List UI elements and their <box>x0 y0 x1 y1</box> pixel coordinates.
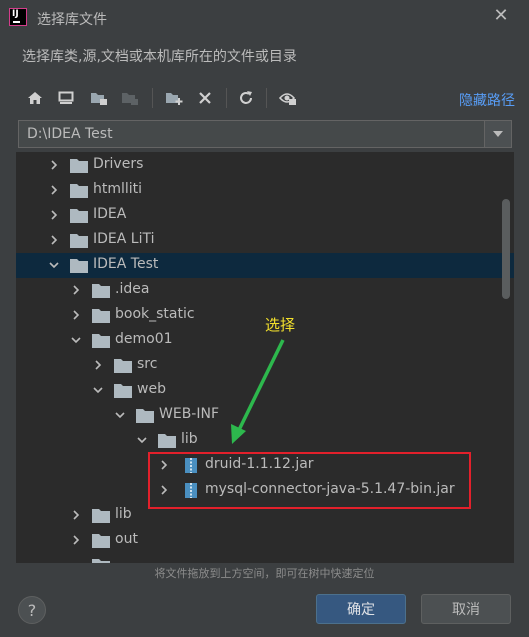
help-button[interactable]: ? <box>18 596 46 624</box>
tree-row-partial <box>16 553 514 563</box>
chevron-right-icon[interactable] <box>48 209 60 221</box>
tree-row[interactable]: IDEA <box>16 203 514 228</box>
tree-row-label: web <box>137 381 166 397</box>
title-bar: 选择库文件 ✕ <box>0 0 529 36</box>
folder-icon <box>70 258 88 273</box>
tree-row[interactable]: Drivers <box>16 153 514 178</box>
folder-icon <box>70 158 88 173</box>
chevron-down-icon[interactable] <box>136 434 148 446</box>
tree-row-label: Drivers <box>93 156 144 172</box>
tree-row-label: out <box>115 531 138 547</box>
window-title: 选择库文件 <box>37 12 107 28</box>
folder-icon <box>92 308 110 323</box>
hide-path-link[interactable]: 隐藏路径 <box>459 90 515 110</box>
desktop-icon[interactable] <box>55 87 77 109</box>
show-hidden-icon[interactable] <box>277 87 299 109</box>
tree-row-label: IDEA <box>93 206 127 222</box>
delete-icon[interactable] <box>194 87 216 109</box>
cancel-button[interactable]: 取消 <box>421 594 511 624</box>
folder-icon <box>114 358 132 373</box>
path-combobox[interactable] <box>18 120 512 148</box>
chevron-down-icon[interactable] <box>92 384 104 396</box>
folder-icon <box>70 233 88 248</box>
folder-icon <box>114 383 132 398</box>
folder-icon <box>70 183 88 198</box>
chevron-right-icon[interactable] <box>70 284 82 296</box>
folder-icon <box>158 433 176 448</box>
chevron-right-icon[interactable] <box>48 159 60 171</box>
folder-icon <box>136 408 154 423</box>
folder-icon <box>92 533 110 548</box>
highlight-box <box>148 452 471 509</box>
tree-row-label: book_static <box>115 306 195 322</box>
dialog-description: 选择库类,源,文档或本机库所在的文件或目录 <box>22 49 297 65</box>
tree-row-label: WEB-INF <box>159 406 219 422</box>
refresh-icon[interactable] <box>235 87 257 109</box>
annotation-label: 选择 <box>265 316 296 334</box>
tree-scrollbar-thumb[interactable] <box>502 199 510 299</box>
module-folder-icon <box>119 87 141 109</box>
chevron-down-icon[interactable] <box>484 121 511 147</box>
tree-row[interactable]: htmlliti <box>16 178 514 203</box>
tree-row-selected[interactable]: IDEA Test <box>16 253 514 278</box>
chevron-down-icon[interactable] <box>70 334 82 346</box>
path-input[interactable] <box>19 121 483 147</box>
folder-icon <box>92 508 110 523</box>
file-toolbar <box>18 84 518 112</box>
close-icon[interactable]: ✕ <box>493 7 509 25</box>
folder-icon <box>92 333 110 348</box>
tree-row[interactable]: IDEA LiTi <box>16 228 514 253</box>
home-icon[interactable] <box>24 87 46 109</box>
folder-icon <box>70 208 88 223</box>
chevron-right-icon[interactable] <box>70 309 82 321</box>
chevron-down-icon[interactable] <box>114 409 126 421</box>
project-folder-icon[interactable] <box>88 87 110 109</box>
annotation-arrow-icon <box>231 339 285 444</box>
chevron-right-icon[interactable] <box>70 509 82 521</box>
intellij-logo-icon <box>9 8 27 26</box>
tree-row-label: demo01 <box>115 331 173 347</box>
tree-row-label: htmlliti <box>93 181 143 197</box>
chevron-right-icon[interactable] <box>48 234 60 246</box>
folder-icon <box>92 283 110 298</box>
chevron-right-icon[interactable] <box>70 534 82 546</box>
tree-row[interactable]: .idea <box>16 278 514 303</box>
tree-row-label: lib <box>115 506 132 522</box>
chevron-right-icon[interactable] <box>48 184 60 196</box>
ok-button[interactable]: 确定 <box>316 594 406 624</box>
tree-row-label: lib <box>181 431 198 447</box>
tree-row-label: .idea <box>115 281 150 297</box>
drop-hint: 将文件拖放到上方空间，即可在树中快速定位 <box>154 567 375 580</box>
chevron-down-icon[interactable] <box>48 259 60 271</box>
chevron-right-icon[interactable] <box>92 359 104 371</box>
tree-row-label: IDEA Test <box>93 256 159 272</box>
tree-row-label: src <box>137 356 158 372</box>
folder-icon <box>92 558 110 563</box>
tree-row-label: IDEA LiTi <box>93 231 155 247</box>
new-folder-icon[interactable] <box>163 87 185 109</box>
tree-row[interactable]: out <box>16 528 514 553</box>
